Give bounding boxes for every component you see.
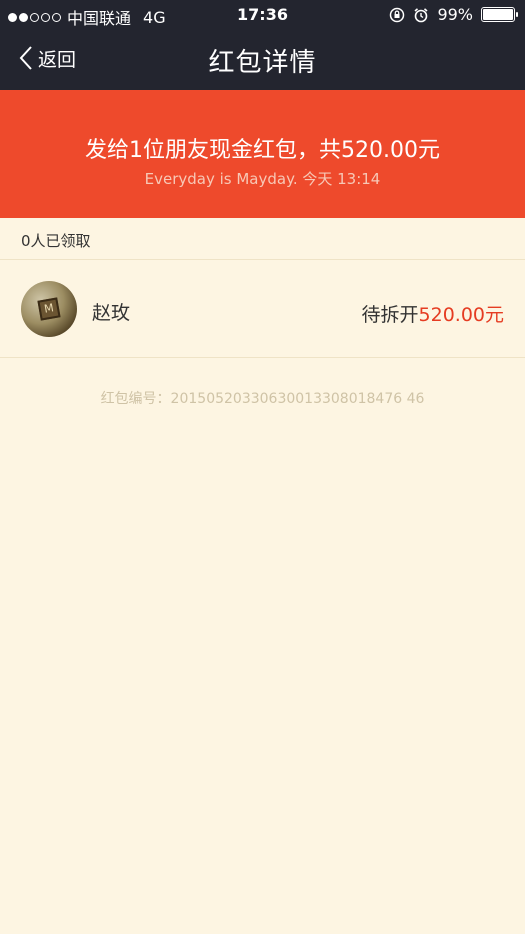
banner-title: 发给1位朋友现金红包，共520.00元 xyxy=(85,138,440,163)
avatar[interactable]: M xyxy=(21,281,77,337)
avatar-image: M xyxy=(37,297,61,321)
status-bar: 中国联通 4G 17:36 99% xyxy=(0,0,525,30)
rotation-lock-icon xyxy=(390,7,405,22)
recipient-status: 待拆开 xyxy=(361,304,419,326)
received-summary: 0人已领取 xyxy=(21,232,91,250)
recipient-name: 赵玫 xyxy=(92,302,131,324)
nav-bar: 返回 红包详情 xyxy=(0,30,525,90)
banner-subtitle: Everyday is Mayday. 今天 13:14 xyxy=(144,170,381,188)
battery-percent: 99% xyxy=(437,5,473,24)
recipient-amount: 待拆开520.00元 xyxy=(362,300,505,327)
page-title: 红包详情 xyxy=(208,48,317,78)
recipient-money: 520.00元 xyxy=(418,304,504,326)
battery-icon xyxy=(481,7,518,22)
red-packet-banner: 发给1位朋友现金红包，共520.00元 Everyday is Mayday. … xyxy=(0,90,525,218)
received-summary-bar: 0人已领取 xyxy=(0,218,525,260)
status-right: 99% xyxy=(389,5,518,24)
alarm-icon xyxy=(414,7,428,22)
red-packet-serial: 红包编号：20150520330630013308018476 46 xyxy=(100,391,425,407)
recipient-row[interactable]: M 赵玫 待拆开520.00元 xyxy=(0,261,525,358)
